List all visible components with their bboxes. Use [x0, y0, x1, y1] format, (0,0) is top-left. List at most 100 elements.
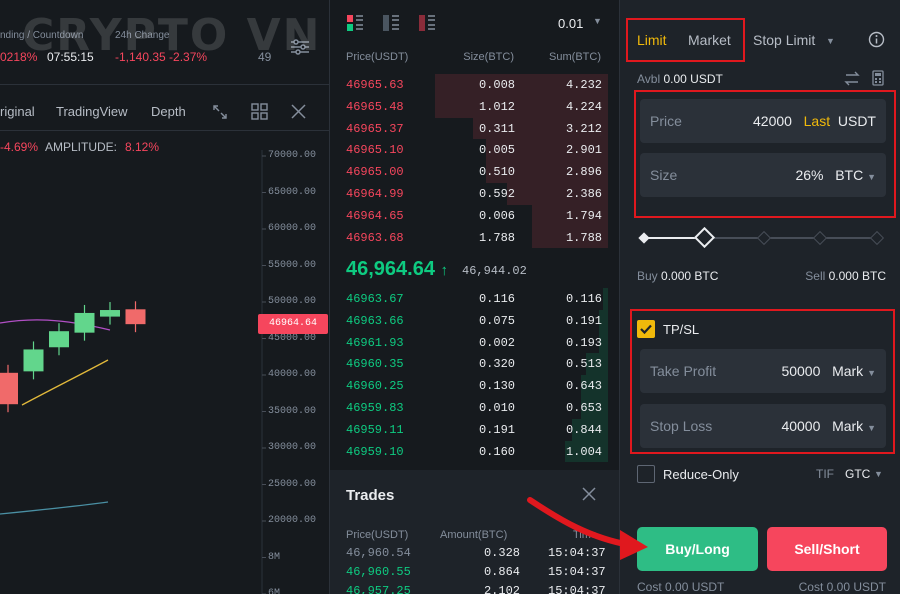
- cost-sell: Cost 0.00 USDT: [798, 580, 886, 594]
- ask-price: 46964.65: [346, 208, 404, 223]
- current-price-tag: 46964.64: [258, 314, 328, 334]
- ask-size: 1.012: [478, 99, 515, 114]
- price-axis-label: 55000.00: [268, 259, 317, 271]
- ma-line-blue: [0, 501, 109, 515]
- calculator-icon[interactable]: [872, 70, 884, 89]
- bid-row[interactable]: 46960.25 0.130 0.643: [330, 375, 619, 397]
- ask-size: 0.311: [478, 121, 515, 136]
- bid-sum: 0.844: [565, 422, 602, 437]
- cost-buy: Cost 0.00 USDT: [637, 580, 725, 594]
- price-axis-label: 50000.00: [268, 296, 317, 307]
- bid-size: 0.002: [478, 335, 515, 350]
- up-arrow-icon: ↑: [440, 262, 449, 279]
- available-balance: Avbl 0.00 USDT: [637, 72, 723, 86]
- bid-sum: 0.116: [565, 292, 602, 306]
- last-price: 46,964.64 ↑: [346, 258, 449, 280]
- bid-sum: 0.193: [565, 335, 602, 350]
- tick-size-select[interactable]: 0.01: [558, 16, 583, 31]
- annotation-box-order-type: [626, 18, 745, 62]
- transfer-icon[interactable]: [844, 71, 860, 89]
- trade-amount: 0.864: [483, 565, 520, 579]
- ask-price: 46965.00: [346, 165, 404, 180]
- tick-chevron-down-icon[interactable]: ▼: [593, 16, 602, 26]
- trades-col-price: Price(USDT): [346, 529, 409, 541]
- ask-sum: 2.386: [565, 187, 602, 201]
- bid-price: 46963.66: [346, 313, 404, 328]
- trades-title: Trades: [346, 487, 395, 504]
- candle: [0, 372, 18, 405]
- view-asks-icon[interactable]: [418, 14, 436, 35]
- tif-select[interactable]: GTC: [845, 467, 870, 481]
- bid-row[interactable]: 46960.35 0.320 0.513: [330, 353, 619, 376]
- reduce-only-checkbox[interactable]: [637, 465, 655, 483]
- ask-sum: 3.212: [565, 121, 602, 136]
- ask-size: 1.788: [478, 230, 515, 245]
- stop-limit-chevron-down-icon[interactable]: ▼: [826, 36, 835, 46]
- tif-chevron-down-icon[interactable]: ▼: [874, 469, 883, 479]
- bid-price: 46963.67: [346, 292, 404, 306]
- bid-size: 0.075: [478, 313, 515, 328]
- slider-mark-50[interactable]: [756, 230, 772, 246]
- bid-price: 46959.10: [346, 444, 404, 459]
- bid-row[interactable]: 46963.66 0.075 0.191: [330, 309, 619, 332]
- col-price: Price(USDT): [346, 51, 409, 63]
- col-sum: Sum(BTC): [549, 51, 601, 63]
- annotation-arrow-icon: [527, 497, 648, 560]
- ask-price: 46963.68: [346, 230, 404, 245]
- ask-price: 46964.99: [346, 187, 404, 201]
- tab-stop-limit[interactable]: Stop Limit: [753, 32, 815, 48]
- price-axis-label: 25000.00: [268, 478, 317, 490]
- ask-row[interactable]: 46963.68 1.788 1.788: [330, 226, 619, 249]
- ask-row[interactable]: 46965.63 0.008 4.232: [330, 74, 619, 96]
- sell-amount: Sell 0.000 BTC: [805, 269, 886, 283]
- bid-sum: 0.653: [565, 401, 602, 415]
- annotation-box-price-size: [634, 90, 896, 218]
- bid-sum: 0.643: [565, 379, 602, 394]
- bid-size: 0.191: [478, 422, 515, 437]
- ask-sum: 2.896: [565, 165, 602, 180]
- trade-price: 46,957.25: [346, 584, 411, 594]
- ask-row[interactable]: 46964.65 0.006 1.794: [330, 204, 619, 227]
- size-slider[interactable]: [638, 226, 885, 249]
- view-both-icon[interactable]: [346, 14, 364, 35]
- reduce-only-label: Reduce-Only: [663, 467, 739, 482]
- price-axis-label: 70000.00: [268, 150, 317, 161]
- bid-size: 0.116: [478, 292, 515, 306]
- bid-row[interactable]: 46959.83 0.010 0.653: [330, 397, 619, 419]
- ask-row[interactable]: 46965.00 0.510 2.896: [330, 161, 619, 183]
- ask-price: 46965.63: [346, 78, 404, 92]
- ask-sum: 4.232: [565, 78, 602, 92]
- bid-row[interactable]: 46961.93 0.002 0.193: [330, 331, 619, 354]
- bid-row[interactable]: 46963.67 0.116 0.116: [330, 288, 619, 310]
- trades-col-amount: Amount(BTC): [440, 529, 508, 541]
- ask-row[interactable]: 46965.10 0.005 2.901: [330, 139, 619, 162]
- ask-size: 0.006: [478, 208, 515, 223]
- mark-price: 46,944.02: [462, 264, 527, 278]
- bid-size: 0.010: [478, 401, 515, 415]
- slider-thumb[interactable]: [694, 226, 716, 249]
- bid-row[interactable]: 46959.10 0.160 1.004: [330, 440, 619, 463]
- price-axis-label: 65000.00: [268, 186, 317, 198]
- ask-row[interactable]: 46965.37 0.311 3.212: [330, 117, 619, 140]
- bid-price: 46959.83: [346, 401, 404, 415]
- info-icon[interactable]: [868, 31, 885, 51]
- candle: [100, 310, 120, 317]
- trade-time: 15:04:37: [548, 584, 606, 594]
- bid-row[interactable]: 46959.11 0.191 0.844: [330, 418, 619, 441]
- ask-price: 46965.10: [346, 143, 404, 158]
- trade-amount: 2.102: [483, 584, 520, 594]
- bid-price: 46960.25: [346, 379, 404, 394]
- watermark: CRYPTO VN: [22, 10, 322, 61]
- slider-mark-75[interactable]: [812, 230, 828, 246]
- ask-sum: 4.224: [565, 99, 602, 114]
- col-size: Size(BTC): [463, 51, 514, 63]
- bid-price: 46960.35: [346, 357, 404, 372]
- ask-price: 46965.48: [346, 99, 404, 114]
- view-bids-icon[interactable]: [382, 14, 400, 35]
- bid-size: 0.160: [478, 444, 515, 459]
- ask-row[interactable]: 46965.48 1.012 4.224: [330, 95, 619, 118]
- sell-short-button[interactable]: Sell/Short: [767, 527, 887, 571]
- ask-row[interactable]: 46964.99 0.592 2.386: [330, 183, 619, 205]
- price-axis-label: 30000.00: [268, 442, 317, 453]
- bid-price: 46961.93: [346, 335, 404, 350]
